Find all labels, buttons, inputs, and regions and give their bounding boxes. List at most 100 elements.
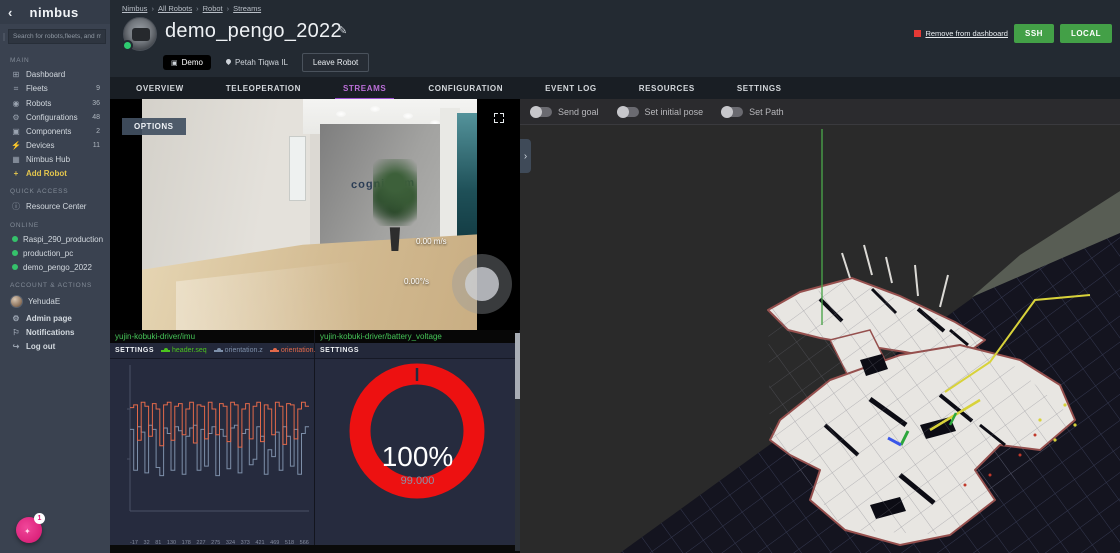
map-3d-viewport[interactable] <box>520 125 1120 553</box>
battery-percent-value: 100% <box>315 441 520 473</box>
sidebar-item[interactable]: ◉ Robots 36 <box>0 96 110 110</box>
imu-line-chart[interactable] <box>110 359 315 531</box>
sidebar-item-icon: ⌗ <box>10 84 22 94</box>
tab[interactable]: OVERVIEW <box>124 78 196 99</box>
robot-location: Petah Tiqwa IL <box>225 58 288 67</box>
map-toggle[interactable]: Set Path <box>721 107 784 117</box>
toggle-label: Set initial pose <box>645 107 704 117</box>
fullscreen-icon[interactable] <box>494 113 504 123</box>
account-action-icon: ↪ <box>10 342 22 351</box>
tab[interactable]: EVENT LOG <box>533 78 609 99</box>
next-row-panel-edge <box>110 545 520 553</box>
teleop-joystick[interactable] <box>452 254 512 314</box>
search-row <box>0 24 110 49</box>
angular-speed-value: 0.00°/s <box>404 277 429 286</box>
legend-item[interactable]: header.seq <box>161 347 207 354</box>
header-actions: Remove from dashboard SSH LOCAL <box>914 24 1112 43</box>
sidebar-item-icon: ⊞ <box>10 70 22 79</box>
avatar <box>10 295 23 308</box>
sidebar-item[interactable]: ▣ Components 2 <box>0 124 110 138</box>
leave-robot-button[interactable]: Leave Robot <box>302 53 369 72</box>
sidebar: ‹ nimbus MAIN ⊞ Dashboard ⌗ Fleets 9 <box>0 0 110 553</box>
sidebar-item-count: 48 <box>92 114 100 121</box>
online-robot-name: Raspi_290_production <box>23 235 103 244</box>
tab[interactable]: RESOURCES <box>627 78 707 99</box>
breadcrumb-item[interactable]: All Robots <box>147 4 192 13</box>
sidebar-item-label: Dashboard <box>26 70 100 79</box>
chat-spark-icon: ✦ <box>24 527 31 536</box>
map-3d-panel: Send goal Set initial pose Set Path › <box>520 99 1120 553</box>
robot-avatar-face <box>132 28 150 41</box>
joystick-knob[interactable] <box>465 267 499 301</box>
main-area: NimbusAll RobotsRobotStreams demo_pengo_… <box>110 0 1120 553</box>
filter-icon[interactable] <box>3 33 5 41</box>
toggle-switch-icon[interactable] <box>617 107 639 117</box>
account-action-item[interactable]: ⚐ Notifications <box>0 325 110 339</box>
account-action-label: Notifications <box>26 328 100 337</box>
expand-panel-chevron[interactable]: › <box>520 139 531 173</box>
account-action-item[interactable]: ↪ Log out <box>0 339 110 353</box>
edit-name-icon[interactable]: ✎ <box>338 24 347 37</box>
breadcrumb: NimbusAll RobotsRobotStreams <box>122 4 261 13</box>
online-status-icon <box>12 264 18 270</box>
sidebar-item[interactable]: ⚡ Devices 11 <box>0 138 110 152</box>
local-button[interactable]: LOCAL <box>1060 24 1112 43</box>
ceiling-light <box>336 111 346 117</box>
battery-raw-value: 99.000 <box>315 475 520 487</box>
tab[interactable]: SETTINGS <box>725 78 794 99</box>
video-glass-window <box>457 113 477 245</box>
toggle-switch-icon[interactable] <box>721 107 743 117</box>
sidebar-item-icon: + <box>10 169 22 178</box>
sidebar-nav-main: ⊞ Dashboard ⌗ Fleets 9 ◉ Robots 36 <box>0 67 110 180</box>
tab[interactable]: STREAMS <box>331 78 398 99</box>
toggle-switch-icon[interactable] <box>530 107 552 117</box>
legend-marker-icon <box>161 350 170 352</box>
sidebar-item-label: Add Robot <box>26 169 100 178</box>
sidebar-item-icon: ⚙ <box>10 113 22 122</box>
sidebar-item[interactable]: ⓘ Resource Center <box>0 198 110 214</box>
sidebar-item[interactable]: ⚙ Configurations 48 <box>0 110 110 124</box>
breadcrumb-item[interactable]: Robot <box>192 4 223 13</box>
account-action-label: Log out <box>26 342 100 351</box>
search-input[interactable] <box>8 29 106 44</box>
remove-from-dashboard-link[interactable]: Remove from dashboard <box>914 29 1008 38</box>
tab[interactable]: TELEOPERATION <box>214 78 313 99</box>
online-robot-name: production_pc <box>23 249 100 258</box>
breadcrumb-item[interactable]: Nimbus <box>122 4 147 13</box>
user-row[interactable]: YehudaE <box>0 292 110 311</box>
page-header: NimbusAll RobotsRobotStreams demo_pengo_… <box>110 0 1120 77</box>
battery-panel-titlebar: yujin-kobuki-driver/battery_voltage <box>315 330 519 343</box>
imu-settings-button[interactable]: SETTINGS <box>115 347 154 354</box>
online-robot-item[interactable]: Raspi_290_production <box>0 232 110 246</box>
sidebar-item[interactable]: ▦ Nimbus Hub <box>0 152 110 166</box>
online-robot-item[interactable]: production_pc <box>0 246 110 260</box>
imu-settings-bar: SETTINGS header.seq orientation.z <box>110 343 314 359</box>
demo-tag[interactable]: ▣ Demo <box>163 55 211 70</box>
sidebar-item[interactable]: + Add Robot <box>0 166 110 180</box>
online-robot-item[interactable]: demo_pengo_2022 <box>0 260 110 274</box>
collapse-sidebar-icon[interactable]: ‹ <box>8 5 12 20</box>
sidebar-item-label: Configurations <box>26 113 92 122</box>
map-toggle[interactable]: Send goal <box>530 107 599 117</box>
ssh-button[interactable]: SSH <box>1014 24 1054 43</box>
sidebar-item-label: Nimbus Hub <box>26 155 100 164</box>
account-action-item[interactable]: ⚙ Admin page <box>0 311 110 325</box>
battery-settings-button[interactable]: SETTINGS <box>320 347 359 354</box>
battery-panel-title: yujin-kobuki-driver/battery_voltage <box>320 332 442 341</box>
sidebar-item-count: 2 <box>96 128 100 135</box>
sidebar-item[interactable]: ⊞ Dashboard <box>0 67 110 81</box>
legend-item[interactable]: orientation.w <box>270 347 321 354</box>
chat-widget-button[interactable]: ✦ 1 <box>16 517 42 543</box>
breadcrumb-item[interactable]: Streams <box>223 4 261 13</box>
stream-options-button[interactable]: OPTIONS <box>122 118 186 135</box>
sidebar-item[interactable]: ⌗ Fleets 9 <box>0 81 110 96</box>
toggle-label: Send goal <box>558 107 599 117</box>
tab[interactable]: CONFIGURATION <box>416 78 515 99</box>
imu-panel-title: yujin-kobuki-driver/imu <box>115 332 195 341</box>
sidebar-item-label: Components <box>26 127 96 136</box>
legend-item[interactable]: orientation.z <box>214 347 263 354</box>
online-status-icon <box>12 250 18 256</box>
battery-settings-bar: SETTINGS <box>315 343 519 359</box>
map-toggle[interactable]: Set initial pose <box>617 107 704 117</box>
robot-icon: ▣ <box>171 59 178 67</box>
